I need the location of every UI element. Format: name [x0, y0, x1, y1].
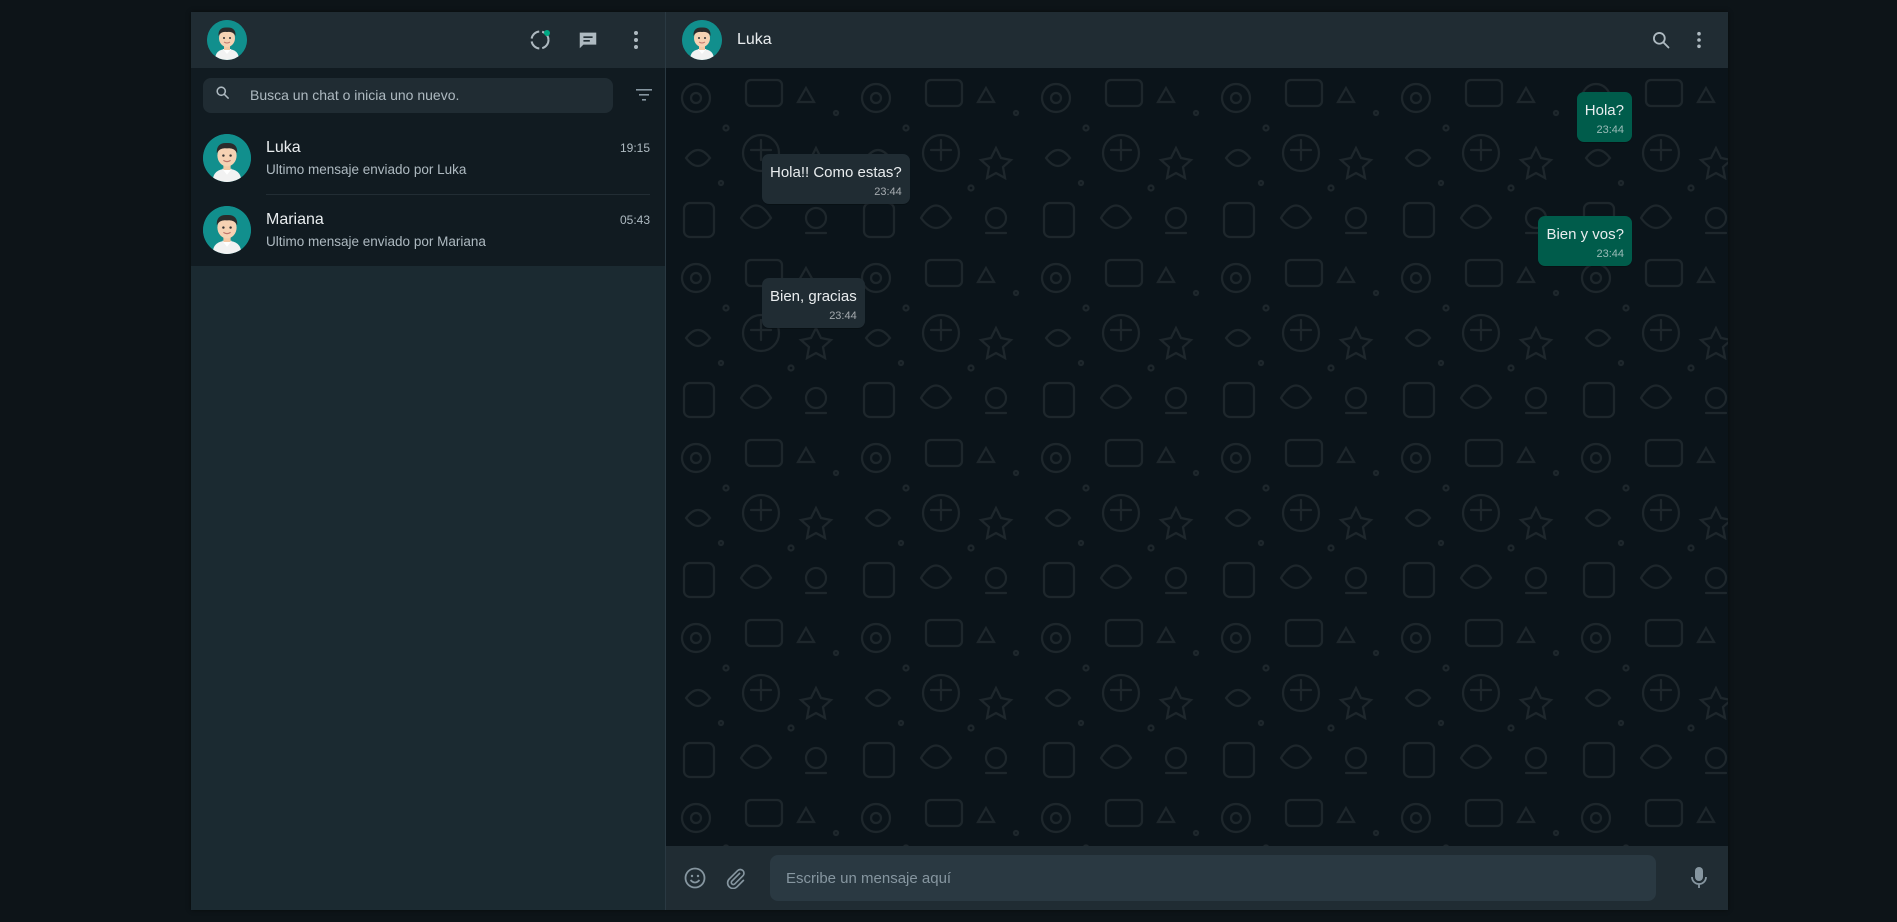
conversation-panel: Luka Hola? 23:44 Hola!! Como estas? 23:4… — [666, 12, 1728, 910]
status-icon[interactable] — [527, 27, 553, 53]
message-time: 23:44 — [829, 310, 857, 322]
microphone-icon[interactable] — [1686, 865, 1712, 891]
whatsapp-app: Luka 19:15 Ultimo mensaje enviado por Lu… — [191, 12, 1728, 910]
contact-avatar — [203, 134, 251, 182]
conversation-actions — [1648, 27, 1712, 53]
chat-item-luka[interactable]: Luka 19:15 Ultimo mensaje enviado por Lu… — [191, 122, 665, 195]
contact-name: Luka — [737, 31, 772, 48]
message-text: Hola? — [1584, 102, 1624, 119]
chat-item-body: Luka 19:15 Ultimo mensaje enviado por Lu… — [266, 122, 650, 195]
paperclip-icon[interactable] — [722, 865, 748, 891]
message-text: Bien y vos? — [1546, 226, 1624, 243]
chat-time: 19:15 — [619, 140, 650, 155]
message-row: Hola!! Como estas? 23:44 — [762, 154, 1632, 204]
outgoing-message[interactable]: Hola? 23:44 — [1576, 92, 1632, 142]
new-chat-icon[interactable] — [575, 27, 601, 53]
sidebar-header — [191, 12, 665, 68]
message-area: Hola? 23:44 Hola!! Como estas? 23:44 Bie… — [666, 68, 1728, 846]
message-text: Bien, gracias — [770, 288, 857, 305]
incoming-message[interactable]: Bien, gracias 23:44 — [762, 278, 865, 328]
sidebar: Luka 19:15 Ultimo mensaje enviado por Lu… — [191, 12, 666, 910]
chat-name: Luka — [266, 138, 301, 156]
menu-dots-icon[interactable] — [1686, 27, 1712, 53]
chat-name: Mariana — [266, 211, 324, 228]
conversation-header[interactable]: Luka — [666, 12, 1728, 68]
search-input[interactable] — [248, 86, 601, 104]
search-icon[interactable] — [1648, 27, 1674, 53]
message-time: 23:44 — [874, 186, 902, 198]
chat-time: 05:43 — [619, 213, 650, 227]
contact-avatar — [203, 206, 251, 254]
chat-last-message: Ultimo mensaje enviado por Mariana — [266, 234, 486, 249]
chat-last-message: Ultimo mensaje enviado por Luka — [266, 161, 467, 177]
search-box — [203, 77, 613, 113]
message-time: 23:44 — [1596, 248, 1624, 260]
message-row: Bien, gracias 23:44 — [762, 278, 1632, 328]
menu-dots-icon[interactable] — [623, 27, 649, 53]
incoming-message[interactable]: Hola!! Como estas? 23:44 — [762, 154, 910, 204]
search-icon[interactable] — [215, 85, 230, 105]
chat-item-mariana[interactable]: Mariana 05:43 Ultimo mensaje enviado por… — [191, 194, 665, 266]
chat-list: Luka 19:15 Ultimo mensaje enviado por Lu… — [191, 122, 665, 266]
message-row: Hola? 23:44 — [762, 92, 1632, 142]
message-text: Hola!! Como estas? — [770, 164, 902, 181]
message-row: Bien y vos? 23:44 — [762, 216, 1632, 266]
filter-icon[interactable] — [613, 88, 653, 102]
search-row — [191, 68, 665, 122]
message-input[interactable] — [770, 855, 1656, 901]
sidebar-empty-area — [191, 266, 665, 910]
contact-avatar[interactable] — [682, 20, 722, 60]
sidebar-header-actions — [527, 27, 649, 53]
chat-item-body: Mariana 05:43 Ultimo mensaje enviado por… — [266, 194, 650, 266]
message-composer — [666, 846, 1728, 910]
my-avatar[interactable] — [207, 20, 247, 60]
outgoing-message[interactable]: Bien y vos? 23:44 — [1538, 216, 1632, 266]
message-time: 23:44 — [1596, 124, 1624, 136]
emoji-icon[interactable] — [682, 865, 708, 891]
